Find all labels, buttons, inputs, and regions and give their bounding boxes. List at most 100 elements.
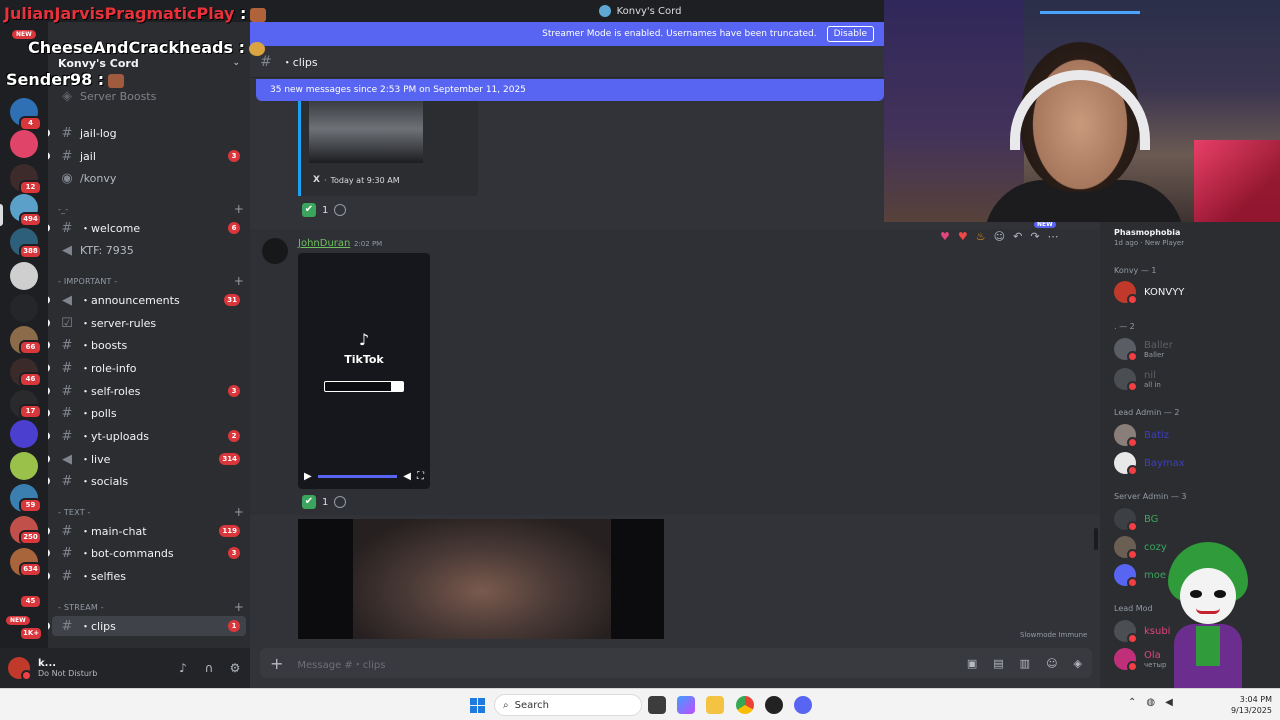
webcam-overlay (884, 0, 1280, 222)
channel-main-chat[interactable]: # ・main-chat 119 (48, 521, 246, 541)
more-icon[interactable]: ⋯ (1048, 230, 1059, 243)
volume-icon[interactable]: ◀ (403, 471, 411, 482)
windows-start-icon[interactable] (470, 698, 485, 713)
streamer-mode-banner: Streamer Mode is enabled. Usernames have… (250, 22, 884, 46)
message-input-placeholder[interactable]: Message #・clips (297, 656, 385, 671)
category-stream[interactable]: - STREAM - + (58, 600, 244, 614)
play-icon[interactable]: ▶ (304, 471, 312, 482)
chat-username: CheeseAndCrackheads (28, 38, 234, 57)
reply-icon[interactable]: ↶ (1013, 230, 1022, 243)
member-item[interactable]: Batiz (1114, 422, 1274, 448)
add-reaction-icon[interactable] (334, 204, 347, 216)
forward-icon[interactable]: ↷ (1030, 230, 1039, 243)
server-icon[interactable] (10, 294, 38, 322)
channel-selfies[interactable]: # ・selfies (48, 566, 246, 586)
server-icon[interactable] (10, 420, 38, 448)
taskbar-search[interactable]: ⌕ Search (494, 694, 642, 716)
channel-yt-uploads[interactable]: # ・yt-uploads 2 (48, 426, 246, 446)
channel-welcome[interactable]: # ・welcome 6 (48, 218, 246, 238)
chrome-icon[interactable] (736, 696, 754, 714)
member-item[interactable]: Baymax (1114, 450, 1274, 476)
fire-react-icon[interactable]: ♨ (976, 230, 986, 243)
folder-icon[interactable] (706, 696, 724, 714)
add-reaction-icon[interactable] (334, 496, 347, 508)
gear-icon[interactable]: ⚙ (228, 661, 242, 675)
avatar (1114, 368, 1138, 392)
category-text[interactable]: - TEXT - + (58, 505, 244, 519)
gif-icon[interactable]: ▤ (993, 657, 1003, 670)
member-item[interactable]: Baller Baller (1114, 336, 1274, 362)
apps-icon[interactable]: ◈ (1074, 657, 1082, 670)
add-channel-icon[interactable]: + (234, 274, 244, 288)
server-icon[interactable] (10, 262, 38, 290)
add-reaction-icon[interactable]: ☺ (994, 230, 1005, 243)
obs-icon[interactable] (765, 696, 783, 714)
category-misc[interactable]: -_- + (58, 202, 244, 216)
channel-polls[interactable]: # ・polls (48, 403, 246, 423)
gift-icon[interactable]: ▣ (967, 657, 977, 670)
message-author[interactable]: JohnDuran (298, 238, 350, 249)
check-emoji-reaction[interactable]: ✔ (302, 203, 316, 217)
video-progress[interactable] (317, 474, 398, 478)
attach-plus-icon[interactable]: + (270, 654, 283, 673)
channel-boosts[interactable]: # ・boosts (48, 335, 246, 355)
message-composer[interactable]: + Message #・clips ▣ ▤ ▥ ☺ ◈ (260, 648, 1092, 678)
new-messages-bar[interactable]: 35 new messages since 2:53 PM on Septemb… (256, 79, 884, 101)
channel-clips[interactable]: # ・clips 1 (48, 616, 246, 636)
server-icon[interactable] (10, 452, 38, 480)
channel-bot-commands[interactable]: # ・bot-commands 3 (48, 543, 246, 563)
channel-jail-log[interactable]: # jail-log (48, 123, 246, 143)
emoji-icon[interactable]: ☺ (1046, 657, 1057, 670)
voice-channel-ktf[interactable]: ◀ KTF: 7935 (52, 240, 246, 260)
add-channel-icon[interactable]: + (234, 202, 244, 216)
disable-streamer-mode-button[interactable]: Disable (826, 26, 874, 42)
member-item[interactable]: nil all in (1114, 366, 1274, 392)
server-icon[interactable] (10, 130, 38, 158)
member-item[interactable]: BG (1114, 506, 1274, 532)
copilot-icon[interactable] (677, 696, 695, 714)
network-icon[interactable]: ◍ (1146, 697, 1155, 708)
link-embed[interactable]: X · Today at 9:30 AM (298, 101, 478, 196)
avatar[interactable] (8, 657, 32, 681)
channel-self-roles[interactable]: # ・self-roles 3 (48, 381, 246, 401)
joker-face (1180, 568, 1236, 624)
volume-icon[interactable]: ◀ (1165, 697, 1173, 708)
hash-icon: # (61, 473, 73, 489)
category-important[interactable]: - IMPORTANT - + (58, 274, 244, 288)
activity-card[interactable]: Phasmophobia 1d ago · New Player (1114, 228, 1184, 247)
member-item[interactable]: KONVYY (1114, 279, 1274, 305)
add-channel-icon[interactable]: + (234, 600, 244, 614)
channel-server-rules[interactable]: ☑ ・server-rules (48, 313, 246, 333)
server-boosts-link[interactable]: ◈ Server Boosts (52, 86, 246, 106)
stage-channel-konvy[interactable]: ◉ /konvy (52, 168, 246, 188)
heart-react-icon[interactable]: ♥ (958, 230, 968, 243)
channel-announcements[interactable]: ◀ ・announcements 31 (48, 290, 246, 310)
channel-socials[interactable]: # ・socials (48, 471, 246, 491)
channel-jail[interactable]: # jail 3 (48, 146, 246, 166)
avatar[interactable] (262, 238, 288, 264)
microphone-icon[interactable]: ♪ (176, 661, 190, 675)
channel-live[interactable]: ◀ ・live 314 (48, 449, 246, 469)
video-attachment[interactable]: ♪ TikTok ▶ ◀ ⛶ (298, 253, 430, 489)
video-attachment[interactable] (298, 519, 664, 639)
stream-chat-line: JulianJarvisPragmaticPlay : (4, 4, 267, 23)
sticker-icon[interactable]: ▥ (1020, 657, 1030, 670)
taskbar-clock[interactable]: 3:04 PM 9/13/2025 (1228, 694, 1272, 716)
heart-react-icon[interactable]: ♥ (940, 230, 950, 243)
server-badge: 46 (19, 372, 42, 387)
embed-thumbnail[interactable] (309, 101, 423, 163)
headphones-icon[interactable]: ∩ (202, 661, 216, 675)
discord-icon[interactable] (794, 696, 812, 714)
stage-icon: ◉ (61, 170, 73, 186)
avatar (1114, 620, 1138, 644)
taskview-icon[interactable] (648, 696, 666, 714)
server-badge: 388 (19, 244, 42, 259)
chevron-up-icon[interactable]: ⌃ (1128, 697, 1136, 708)
channel-role-info[interactable]: # ・role-info (48, 358, 246, 378)
member-group-title: Lead Mod (1114, 604, 1153, 613)
add-channel-icon[interactable]: + (234, 505, 244, 519)
check-emoji-reaction[interactable]: ✔ (302, 495, 316, 509)
scrollbar[interactable] (1094, 528, 1098, 550)
hash-icon: # (61, 618, 73, 634)
fullscreen-icon[interactable]: ⛶ (417, 471, 424, 482)
